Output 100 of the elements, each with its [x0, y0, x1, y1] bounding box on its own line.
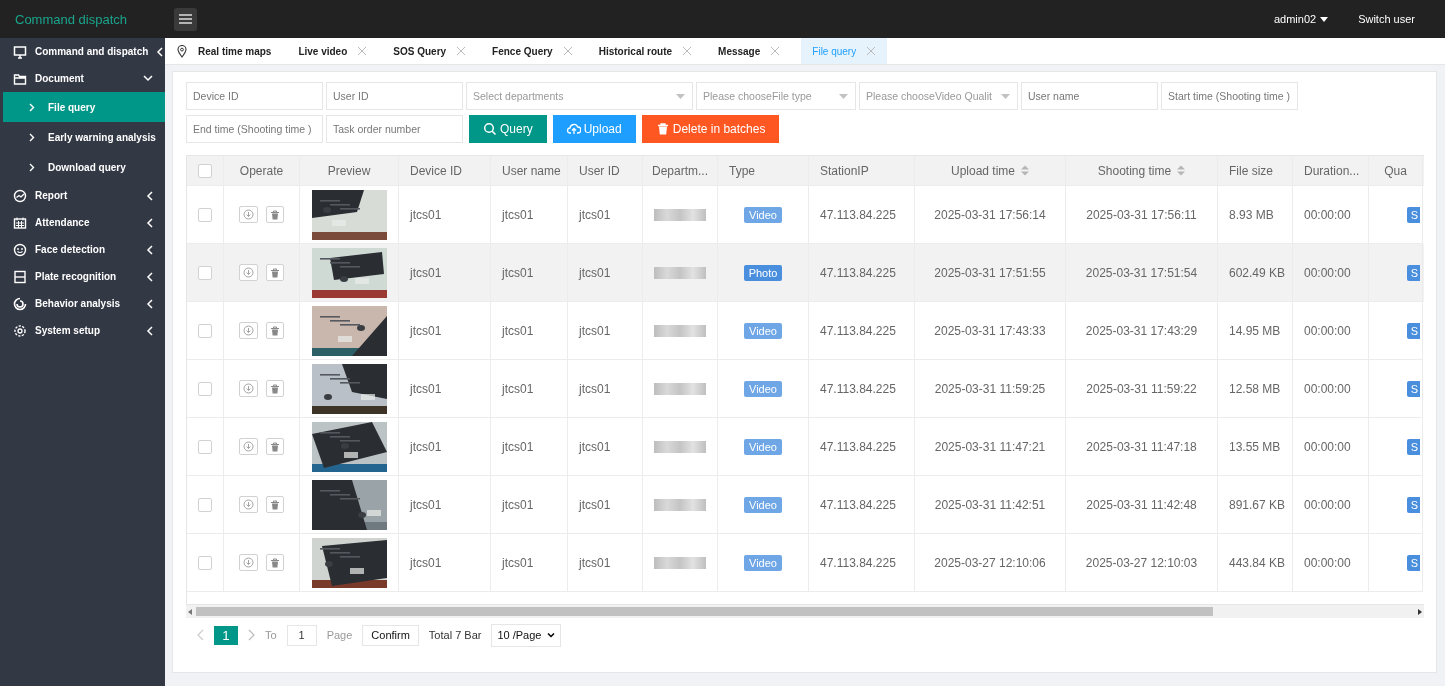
table-cell: 47.113.84.225 — [820, 323, 896, 338]
page-size-select[interactable]: 10 /Page — [491, 623, 562, 647]
quality-badge: S — [1406, 322, 1420, 339]
sidebar-subitem[interactable]: Download query — [3, 152, 165, 182]
delete-button[interactable] — [265, 496, 284, 513]
column-header: Type — [729, 163, 755, 178]
tab[interactable]: Message — [713, 38, 792, 64]
download-button[interactable] — [239, 380, 258, 397]
search-icon — [483, 122, 497, 136]
checkbox[interactable] — [198, 555, 212, 570]
scroll-right-icon[interactable] — [1416, 607, 1424, 616]
dropdown-caret-icon — [839, 94, 848, 99]
close-icon[interactable] — [358, 47, 367, 55]
download-icon — [242, 325, 254, 336]
checkbox[interactable] — [198, 207, 212, 222]
close-icon[interactable] — [563, 47, 572, 55]
trash-icon — [269, 383, 280, 394]
table-cell: 2025-03-31 17:43:33 — [934, 323, 1046, 338]
download-button[interactable] — [239, 206, 258, 223]
delete-button[interactable] — [265, 554, 284, 571]
delete-button[interactable] — [265, 206, 284, 223]
trash-icon — [269, 441, 280, 452]
download-button[interactable] — [239, 496, 258, 513]
tab[interactable]: Fence Query — [487, 38, 584, 64]
page-button[interactable]: 1 — [214, 625, 238, 645]
sidebar-subitem[interactable]: File query — [3, 92, 165, 122]
tab[interactable]: Real time maps — [172, 38, 284, 64]
sidebar-subitem[interactable]: Early warning analysis — [3, 122, 165, 152]
table-cell: 13.55 MB — [1229, 439, 1281, 454]
checkbox[interactable] — [198, 497, 212, 512]
download-button[interactable] — [239, 554, 258, 571]
checkbox[interactable] — [198, 323, 212, 338]
quality-badge: S — [1406, 380, 1420, 397]
delete-button[interactable] — [265, 380, 284, 397]
query-button[interactable]: Query — [469, 115, 547, 143]
input-field[interactable]: User ID — [326, 82, 463, 110]
input-field[interactable]: User name — [1021, 82, 1158, 110]
select-field[interactable]: Please chooseFile type — [696, 82, 856, 110]
input-field[interactable]: Start time (Shooting time ) — [1161, 82, 1298, 110]
sidebar-item[interactable]: Behavior analysis — [0, 290, 165, 317]
download-icon — [242, 499, 254, 510]
sidebar-item[interactable]: Attendance — [0, 209, 165, 236]
input-field[interactable]: End time (Shooting time ) — [186, 115, 323, 143]
sort-icon[interactable] — [1021, 165, 1029, 176]
input-field[interactable]: Device ID — [186, 82, 323, 110]
download-button[interactable] — [239, 264, 258, 281]
close-icon[interactable] — [457, 47, 466, 55]
checkbox[interactable] — [198, 381, 212, 396]
table-cell: 2025-03-31 11:42:48 — [1086, 497, 1197, 512]
column-header[interactable]: Upload time — [951, 163, 1015, 178]
sidebar-item[interactable]: Plate recognition — [0, 263, 165, 290]
checkbox[interactable] — [198, 439, 212, 454]
tab[interactable]: Live video — [293, 38, 379, 64]
delete-button[interactable] — [265, 322, 284, 339]
close-icon[interactable] — [771, 47, 780, 55]
dropdown-caret-icon — [676, 94, 685, 99]
table-cell: 47.113.84.225 — [820, 207, 896, 222]
download-button[interactable] — [239, 438, 258, 455]
switch-user-link[interactable]: Switch user — [1358, 13, 1415, 25]
scroll-left-icon[interactable] — [186, 607, 194, 616]
table-cell: 8.93 MB — [1229, 207, 1274, 222]
sidebar-item[interactable]: System setup — [0, 317, 165, 344]
sidebar-item[interactable]: Document — [0, 65, 165, 92]
select-field[interactable]: Select departments — [466, 82, 693, 110]
table-cell: 12.58 MB — [1229, 381, 1281, 396]
page-input[interactable]: 1 — [286, 624, 317, 646]
type-badge: Video — [744, 206, 782, 223]
user-name[interactable]: admin02 — [1273, 13, 1317, 25]
tab[interactable]: Historical route — [593, 38, 704, 64]
table-cell: 2025-03-31 17:43:29 — [1085, 323, 1198, 338]
table-cell: jtcs01 — [579, 439, 611, 454]
column-header: Departm... — [652, 163, 708, 178]
confirm-button[interactable]: Confirm — [362, 624, 419, 646]
column-header[interactable]: Shooting time — [1097, 163, 1172, 178]
next-page-icon[interactable] — [248, 629, 255, 641]
table-cell: 00:00:00 — [1304, 323, 1351, 338]
settings-icon — [13, 323, 27, 338]
calendar-icon — [13, 215, 27, 230]
checkbox[interactable] — [198, 265, 212, 280]
monitor-icon — [13, 44, 27, 59]
previous-page-icon[interactable] — [197, 629, 204, 641]
menu-button[interactable] — [174, 7, 197, 31]
sidebar-item[interactable]: Report — [0, 182, 165, 209]
delete-button[interactable] — [265, 264, 284, 281]
checkbox[interactable] — [198, 163, 212, 178]
sidebar-item[interactable]: Face detection — [0, 236, 165, 263]
input-field[interactable]: Task order number — [326, 115, 463, 143]
chevron-left-icon — [146, 190, 153, 201]
close-icon[interactable] — [683, 47, 692, 55]
download-button[interactable] — [239, 322, 258, 339]
download-icon — [242, 441, 254, 452]
close-icon[interactable] — [867, 47, 876, 55]
tab[interactable]: SOS Query — [388, 38, 478, 64]
sidebar-item[interactable]: Command and dispatch — [0, 38, 165, 65]
column-header: Preview — [327, 163, 371, 178]
delete-button[interactable] — [265, 438, 284, 455]
sort-icon[interactable] — [1177, 165, 1186, 176]
table-cell: jtcs01 — [502, 323, 534, 338]
horizontal-scrollbar[interactable] — [186, 605, 1424, 618]
select-field[interactable]: Please chooseVideo Qualit — [859, 82, 1018, 110]
